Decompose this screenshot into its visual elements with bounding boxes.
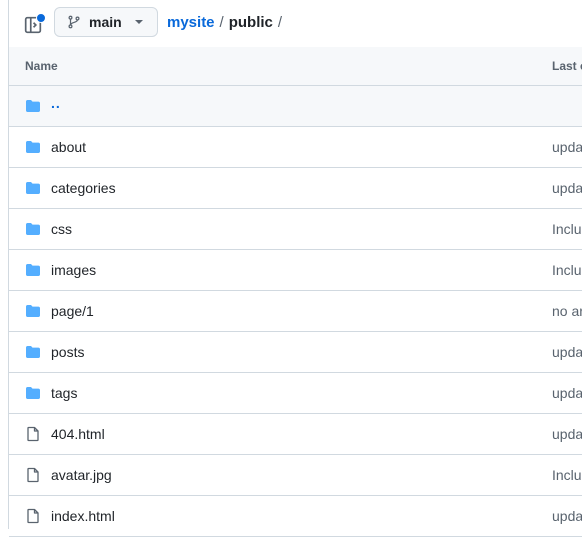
expand-file-tree-button[interactable] [24,13,46,35]
table-row[interactable]: page/1 no ar [9,291,582,332]
file-name-link[interactable]: about [51,139,86,155]
file-name-link[interactable]: posts [51,344,84,360]
breadcrumb: mysite / public / [167,14,287,31]
commit-message[interactable]: upda [552,180,582,196]
table-row[interactable]: 404.html upda [9,414,582,455]
commit-message[interactable]: Inclu [552,262,582,278]
file-name-link[interactable]: images [51,262,96,278]
file-table-header: Name Last c [9,47,582,86]
file-list: .. about upda categories upda css Inclu … [9,86,582,537]
commit-message[interactable]: no ar [552,303,582,319]
file-browser-header: main mysite / public / [9,0,582,48]
file-name-link[interactable]: avatar.jpg [51,467,112,483]
folder-icon [26,387,40,399]
commit-message[interactable]: upda [552,508,582,524]
table-row[interactable]: about upda [9,127,582,168]
file-icon [27,508,39,524]
column-header-last-commit: Last c [552,59,582,73]
commit-message[interactable]: upda [552,385,582,401]
commit-message[interactable]: upda [552,344,582,360]
commit-message[interactable]: upda [552,426,582,442]
parent-directory-link[interactable]: .. [51,95,61,111]
breadcrumb-separator: / [219,14,224,31]
table-row[interactable]: index.html upda [9,496,582,537]
breadcrumb-separator: / [277,14,283,31]
folder-icon [26,346,40,358]
folder-icon [26,264,40,276]
file-name-link[interactable]: tags [51,385,77,401]
branch-name: main [89,14,122,30]
table-row[interactable]: css Inclu [9,209,582,250]
file-name-link[interactable]: index.html [51,508,115,524]
table-row[interactable]: posts upda [9,332,582,373]
folder-icon [26,223,40,235]
file-icon [27,467,39,483]
notification-dot [36,13,46,23]
folder-icon [26,100,40,112]
file-name-link[interactable]: page/1 [51,303,94,319]
commit-message[interactable]: upda [552,139,582,155]
folder-icon [26,305,40,317]
branch-selector-button[interactable]: main [54,7,158,37]
column-header-name: Name [25,59,58,73]
folder-icon [26,141,40,153]
file-browser: main mysite / public / Name Last c .. ab… [8,0,582,537]
table-row[interactable]: tags upda [9,373,582,414]
table-row[interactable]: avatar.jpg Inclu [9,455,582,496]
file-name-link[interactable]: categories [51,180,116,196]
breadcrumb-current-folder: public [228,14,273,31]
commit-message[interactable]: Inclu [552,221,582,237]
breadcrumb-repo-link[interactable]: mysite [167,14,215,31]
file-icon [27,426,39,442]
triangle-down-icon [134,20,143,24]
file-name-link[interactable]: 404.html [51,426,105,442]
git-branch-icon [68,15,80,29]
parent-directory-row[interactable]: .. [9,86,582,127]
folder-icon [26,182,40,194]
commit-message[interactable]: Inclu [552,467,582,483]
table-row[interactable]: categories upda [9,168,582,209]
file-name-link[interactable]: css [51,221,72,237]
table-row[interactable]: images Inclu [9,250,582,291]
